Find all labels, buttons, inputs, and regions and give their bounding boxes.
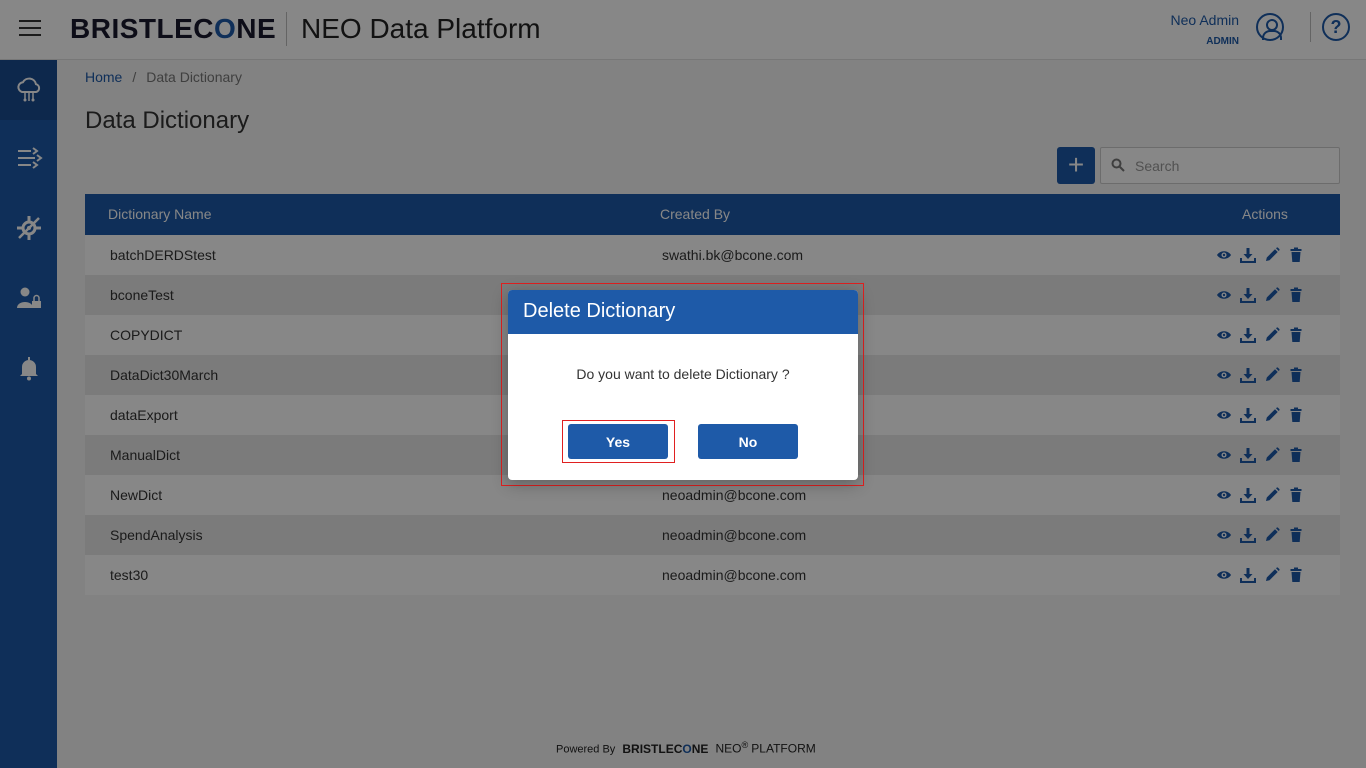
delete-dictionary-dialog: Delete Dictionary Do you want to delete …: [508, 290, 858, 480]
dialog-message: Do you want to delete Dictionary ?: [576, 366, 790, 382]
dialog-title: Delete Dictionary: [508, 290, 858, 334]
yes-button[interactable]: Yes: [568, 424, 668, 459]
no-button[interactable]: No: [698, 424, 798, 459]
